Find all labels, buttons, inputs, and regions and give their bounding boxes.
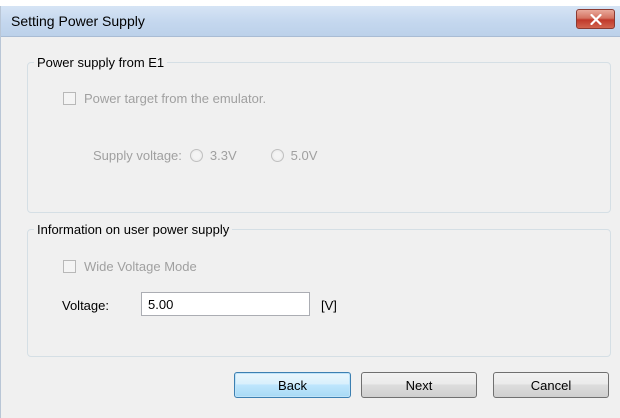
radio-label-5v0: 5.0V: [290, 148, 318, 163]
dialog-window: Setting Power Supply Power supply from E…: [0, 6, 620, 418]
supply-voltage-label: Supply voltage:: [93, 148, 182, 163]
voltage-label: Voltage:: [62, 298, 109, 313]
radio-option-3v3[interactable]: 3.3V: [189, 148, 237, 163]
wide-voltage-checkbox[interactable]: [63, 260, 76, 273]
wide-voltage-row: Wide Voltage Mode: [63, 259, 197, 274]
group-legend-e1: Power supply from E1: [34, 55, 168, 70]
cancel-button[interactable]: Cancel: [493, 372, 609, 398]
radio-option-5v0[interactable]: 5.0V: [270, 148, 318, 163]
back-button[interactable]: Back: [234, 372, 351, 398]
group-legend-user: Information on user power supply: [34, 222, 233, 237]
title-bar[interactable]: Setting Power Supply: [1, 6, 620, 37]
group-power-supply-e1: Power supply from E1: [27, 55, 611, 213]
radio-button-3v3[interactable]: [189, 149, 203, 162]
voltage-unit: [V]: [321, 298, 337, 313]
radio-label-3v3: 3.3V: [209, 148, 237, 163]
close-button[interactable]: [576, 9, 615, 29]
next-button[interactable]: Next: [361, 372, 477, 398]
wide-voltage-label: Wide Voltage Mode: [84, 259, 197, 274]
power-target-checkbox[interactable]: [63, 92, 76, 105]
power-target-row: Power target from the emulator.: [63, 91, 266, 106]
power-target-label: Power target from the emulator.: [84, 91, 267, 106]
close-icon: [589, 13, 602, 25]
radio-button-5v0[interactable]: [270, 149, 284, 162]
window-title: Setting Power Supply: [11, 13, 145, 29]
supply-voltage-row: Supply voltage: 3.3V 5.0V: [93, 148, 351, 163]
group-user-power-supply: Information on user power supply: [27, 222, 611, 357]
voltage-input[interactable]: [141, 292, 310, 316]
